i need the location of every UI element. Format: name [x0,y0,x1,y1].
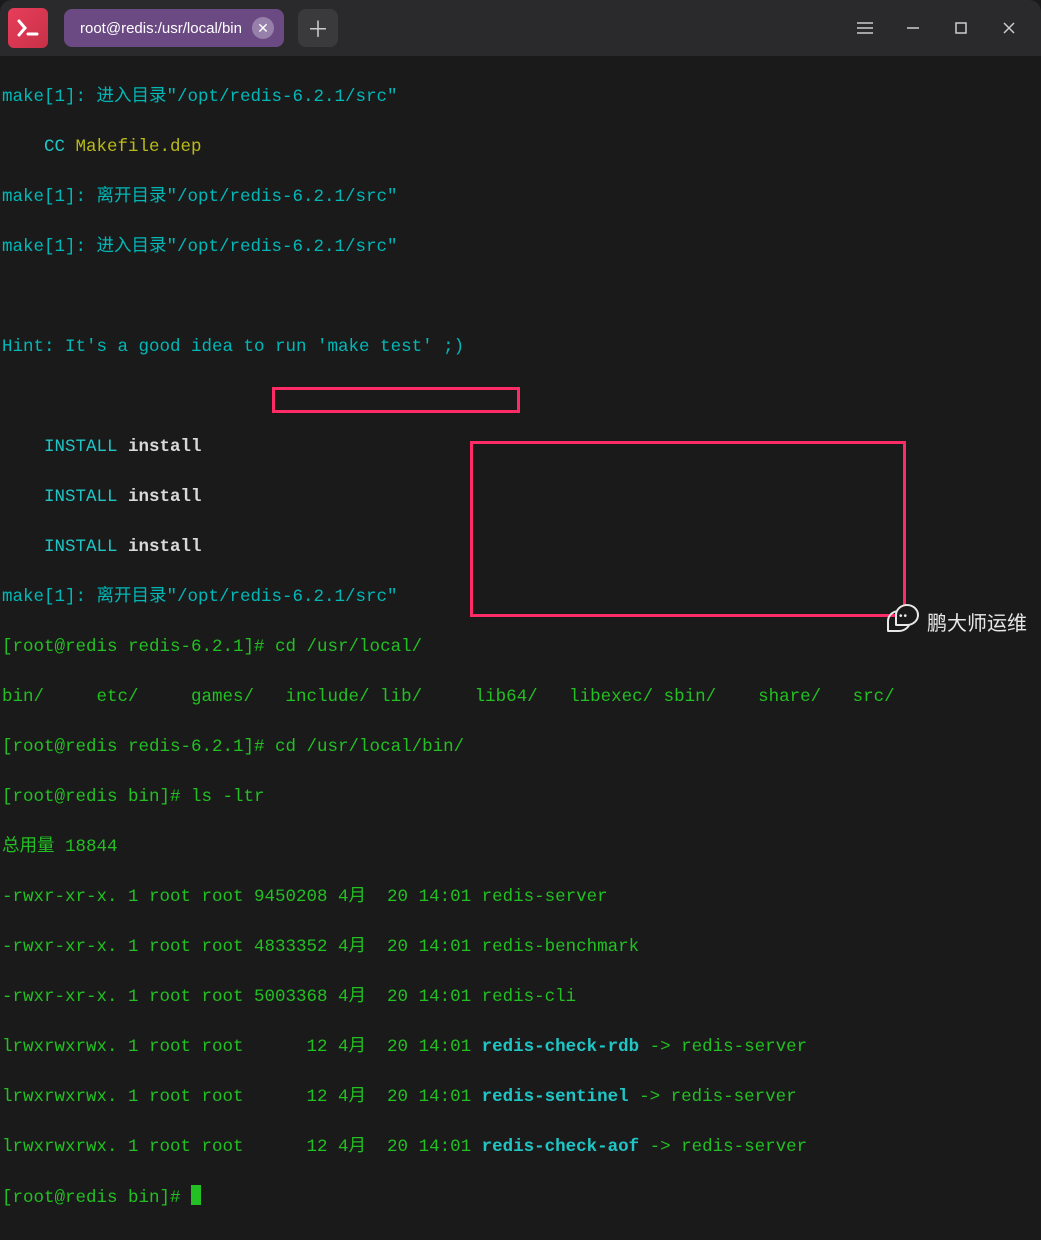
tab-close-button[interactable]: ✕ [252,17,274,39]
output-line: make[1]: 进入目录"/opt/redis-6.2.1/src" [2,235,1039,260]
output-line: -rwxr-xr-x. 1 root root 9450208 4月 20 14… [2,885,1039,910]
output-line: bin/ etc/ games/ include/ lib/ lib64/ li… [2,685,1039,710]
maximize-button[interactable] [937,8,985,48]
output-line: lrwxrwxrwx. 1 root root 12 4月 20 14:01 r… [2,1135,1039,1160]
prompt-line: [root@redis redis-6.2.1]# cd /usr/local/ [2,635,1039,660]
output-line: CC Makefile.dep [2,135,1039,160]
output-line: INSTALL install [2,485,1039,510]
watermark-text: 鹏大师运维 [927,607,1027,636]
terminal-icon [17,19,39,37]
output-line: make[1]: 进入目录"/opt/redis-6.2.1/src" [2,85,1039,110]
prompt-line[interactable]: [root@redis bin]# [2,1185,1039,1211]
active-tab[interactable]: root@redis:/usr/local/bin ✕ [64,9,284,47]
output-line [2,385,1039,410]
output-line: -rwxr-xr-x. 1 root root 5003368 4月 20 14… [2,985,1039,1010]
output-line: 总用量 18844 [2,835,1039,860]
prompt-line: [root@redis bin]# ls -ltr [2,785,1039,810]
output-line: lrwxrwxrwx. 1 root root 12 4月 20 14:01 r… [2,1035,1039,1060]
output-line: -rwxr-xr-x. 1 root root 4833352 4月 20 14… [2,935,1039,960]
wechat-icon: •• [887,604,921,638]
output-line: INSTALL install [2,535,1039,560]
new-tab-button[interactable]: ＋ [298,9,338,47]
output-line: Hint: It's a good idea to run 'make test… [2,335,1039,360]
hamburger-menu-icon[interactable] [841,8,889,48]
output-line [2,285,1039,310]
output-line: make[1]: 离开目录"/opt/redis-6.2.1/src" [2,185,1039,210]
tab-title: root@redis:/usr/local/bin [80,20,242,37]
output-line: make[1]: 离开目录"/opt/redis-6.2.1/src" [2,585,1039,610]
output-line: lrwxrwxrwx. 1 root root 12 4月 20 14:01 r… [2,1085,1039,1110]
cursor [191,1185,201,1205]
prompt-line: [root@redis redis-6.2.1]# cd /usr/local/… [2,735,1039,760]
minimize-button[interactable] [889,8,937,48]
output-line: INSTALL install [2,435,1039,460]
window-controls [841,8,1033,48]
close-window-button[interactable] [985,8,1033,48]
app-icon [8,8,48,48]
watermark: •• 鹏大师运维 [887,604,1027,638]
titlebar: root@redis:/usr/local/bin ✕ ＋ [0,0,1041,56]
terminal-area[interactable]: make[1]: 进入目录"/opt/redis-6.2.1/src" CC M… [0,56,1041,1240]
